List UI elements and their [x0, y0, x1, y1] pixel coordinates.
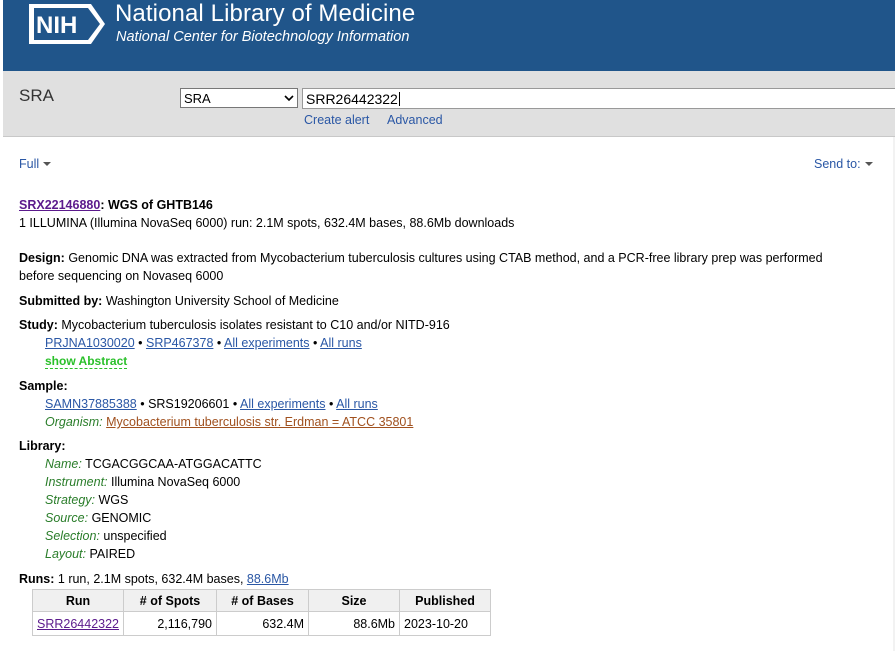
dropdown-triangle-icon	[43, 162, 52, 166]
bases-cell: 632.4M	[216, 611, 310, 636]
col-header-bases: # of Bases	[216, 589, 310, 612]
library-name-row: Name: TCGACGGCAA-ATGGACATTC	[45, 457, 262, 471]
library-source-label: Source:	[45, 511, 89, 525]
sample-row: Sample:	[19, 379, 68, 393]
format-menu-label: Full	[19, 157, 40, 171]
search-query: SRR26442322	[306, 91, 398, 107]
database-select-value: SRA	[184, 91, 211, 106]
col-header-published: Published	[399, 589, 492, 612]
chevron-down-icon	[284, 95, 294, 102]
library-label: Library:	[19, 439, 66, 453]
create-alert-link[interactable]: Create alert	[304, 113, 369, 127]
separator: •	[229, 397, 241, 411]
sample-label: Sample:	[19, 379, 68, 393]
study-row: Study: Mycobacterium tuberculosis isolat…	[19, 318, 450, 332]
srs-accession: SRS19206601	[148, 397, 230, 411]
runs-table: Run # of Spots # of Bases Size Published…	[31, 589, 492, 636]
record-title-text: : WGS of GHTB146	[100, 198, 213, 212]
size-cell: 88.6Mb	[308, 611, 401, 636]
library-selection-row: Selection: unspecified	[45, 529, 167, 543]
text-caret	[398, 92, 400, 106]
design-text-2: before sequencing on Novaseq 6000	[19, 269, 224, 283]
run-cell: SRR26442322	[31, 611, 125, 636]
library-source-value: GENOMIC	[88, 511, 152, 525]
library-instrument-label: Instrument:	[45, 475, 108, 489]
show-abstract-row: show Abstract	[45, 354, 128, 369]
separator: •	[325, 397, 337, 411]
record-summary: 1 ILLUMINA (Illumina NovaSeq 6000) run: …	[19, 216, 515, 230]
runs-row: Runs: 1 run, 2.1M spots, 632.4M bases, 8…	[19, 572, 289, 586]
runs-table-header: Run # of Spots # of Bases Size Published	[31, 589, 492, 612]
organism-link[interactable]: Mycobacterium tuberculosis str. Erdman =…	[106, 415, 413, 429]
send-to-menu[interactable]: Send to:	[814, 157, 873, 171]
nlm-title[interactable]: National Library of Medicine	[115, 0, 415, 28]
study-all-runs-link[interactable]: All runs	[320, 336, 362, 350]
format-menu[interactable]: Full	[19, 157, 52, 171]
send-to-label: Send to:	[814, 157, 861, 171]
runs-download-link[interactable]: 88.6Mb	[247, 572, 289, 586]
library-strategy-value: WGS	[95, 493, 129, 507]
runs-summary: 1 run, 2.1M spots, 632.4M bases,	[54, 572, 247, 586]
nih-logo-text: NIH	[36, 12, 77, 39]
nih-logo[interactable]: NIH	[29, 2, 107, 46]
col-header-size: Size	[308, 589, 401, 612]
library-layout-row: Layout: PAIRED	[45, 547, 135, 561]
submitted-label: Submitted by:	[19, 294, 103, 308]
show-abstract-toggle[interactable]: show Abstract	[45, 354, 128, 369]
separator: •	[213, 336, 225, 350]
design-text-1: Genomic DNA was extracted from Mycobacte…	[64, 251, 823, 265]
study-all-experiments-link[interactable]: All experiments	[224, 336, 309, 350]
study-value: Mycobacterium tuberculosis isolates resi…	[57, 318, 450, 332]
sample-all-experiments-link[interactable]: All experiments	[240, 397, 325, 411]
organism-row: Organism: Mycobacterium tuberculosis str…	[45, 415, 413, 429]
library-instrument-row: Instrument: Illumina NovaSeq 6000	[45, 475, 240, 489]
database-label: SRA	[19, 86, 54, 105]
spots-cell: 2,116,790	[123, 611, 218, 636]
search-input[interactable]: SRR26442322	[302, 88, 895, 109]
dropdown-triangle-icon	[864, 162, 873, 166]
library-selection-label: Selection:	[45, 529, 100, 543]
library-name-label: Name:	[45, 457, 82, 471]
database-select[interactable]: SRA	[180, 88, 298, 108]
study-links: PRJNA1030020 • SRP467378 • All experimen…	[45, 336, 362, 350]
ncbi-header: NIH National Library of Medicine Nationa…	[3, 0, 895, 71]
library-source-row: Source: GENOMIC	[45, 511, 151, 525]
ncbi-subtitle[interactable]: National Center for Biotechnology Inform…	[116, 29, 409, 45]
submitted-value: Washington University School of Medicine	[102, 294, 339, 308]
bioproject-link[interactable]: PRJNA1030020	[45, 336, 135, 350]
design-row: Design: Genomic DNA was extracted from M…	[19, 251, 823, 265]
col-header-run: Run	[31, 589, 125, 612]
design-label: Design:	[19, 251, 65, 265]
separator: •	[134, 336, 146, 350]
sample-links: SAMN37885388 • SRS19206601 • All experim…	[45, 397, 378, 411]
library-layout-label: Layout:	[45, 547, 87, 561]
library-strategy-label: Strategy:	[45, 493, 96, 507]
search-bar: SRA SRA SRR26442322 Create alert Advance…	[3, 71, 895, 137]
published-cell: 2023-10-20	[399, 611, 492, 636]
sample-all-runs-link[interactable]: All runs	[336, 397, 378, 411]
table-row: SRR26442322 2,116,790 632.4M 88.6Mb 2023…	[31, 611, 492, 636]
separator: •	[136, 397, 149, 411]
library-selection-value: unspecified	[99, 529, 167, 543]
submitted-row: Submitted by: Washington University Scho…	[19, 294, 339, 308]
runs-label: Runs:	[19, 572, 55, 586]
library-layout-value: PAIRED	[86, 547, 136, 561]
experiment-accession-link[interactable]: SRX22146880	[19, 198, 100, 212]
library-row: Library:	[19, 439, 66, 453]
advanced-search-link[interactable]: Advanced	[387, 113, 443, 127]
study-label: Study:	[19, 318, 58, 332]
record-title: SRX22146880: WGS of GHTB146	[19, 198, 213, 212]
run-accession-link[interactable]: SRR26442322	[37, 617, 119, 631]
library-instrument-value: Illumina NovaSeq 6000	[107, 475, 241, 489]
organism-label: Organism:	[45, 415, 103, 429]
library-strategy-row: Strategy: WGS	[45, 493, 128, 507]
srp-link[interactable]: SRP467378	[146, 336, 213, 350]
separator: •	[309, 336, 321, 350]
biosample-link[interactable]: SAMN37885388	[45, 397, 137, 411]
library-name-value: TCGACGGCAA-ATGGACATTC	[81, 457, 262, 471]
col-header-spots: # of Spots	[123, 589, 218, 612]
